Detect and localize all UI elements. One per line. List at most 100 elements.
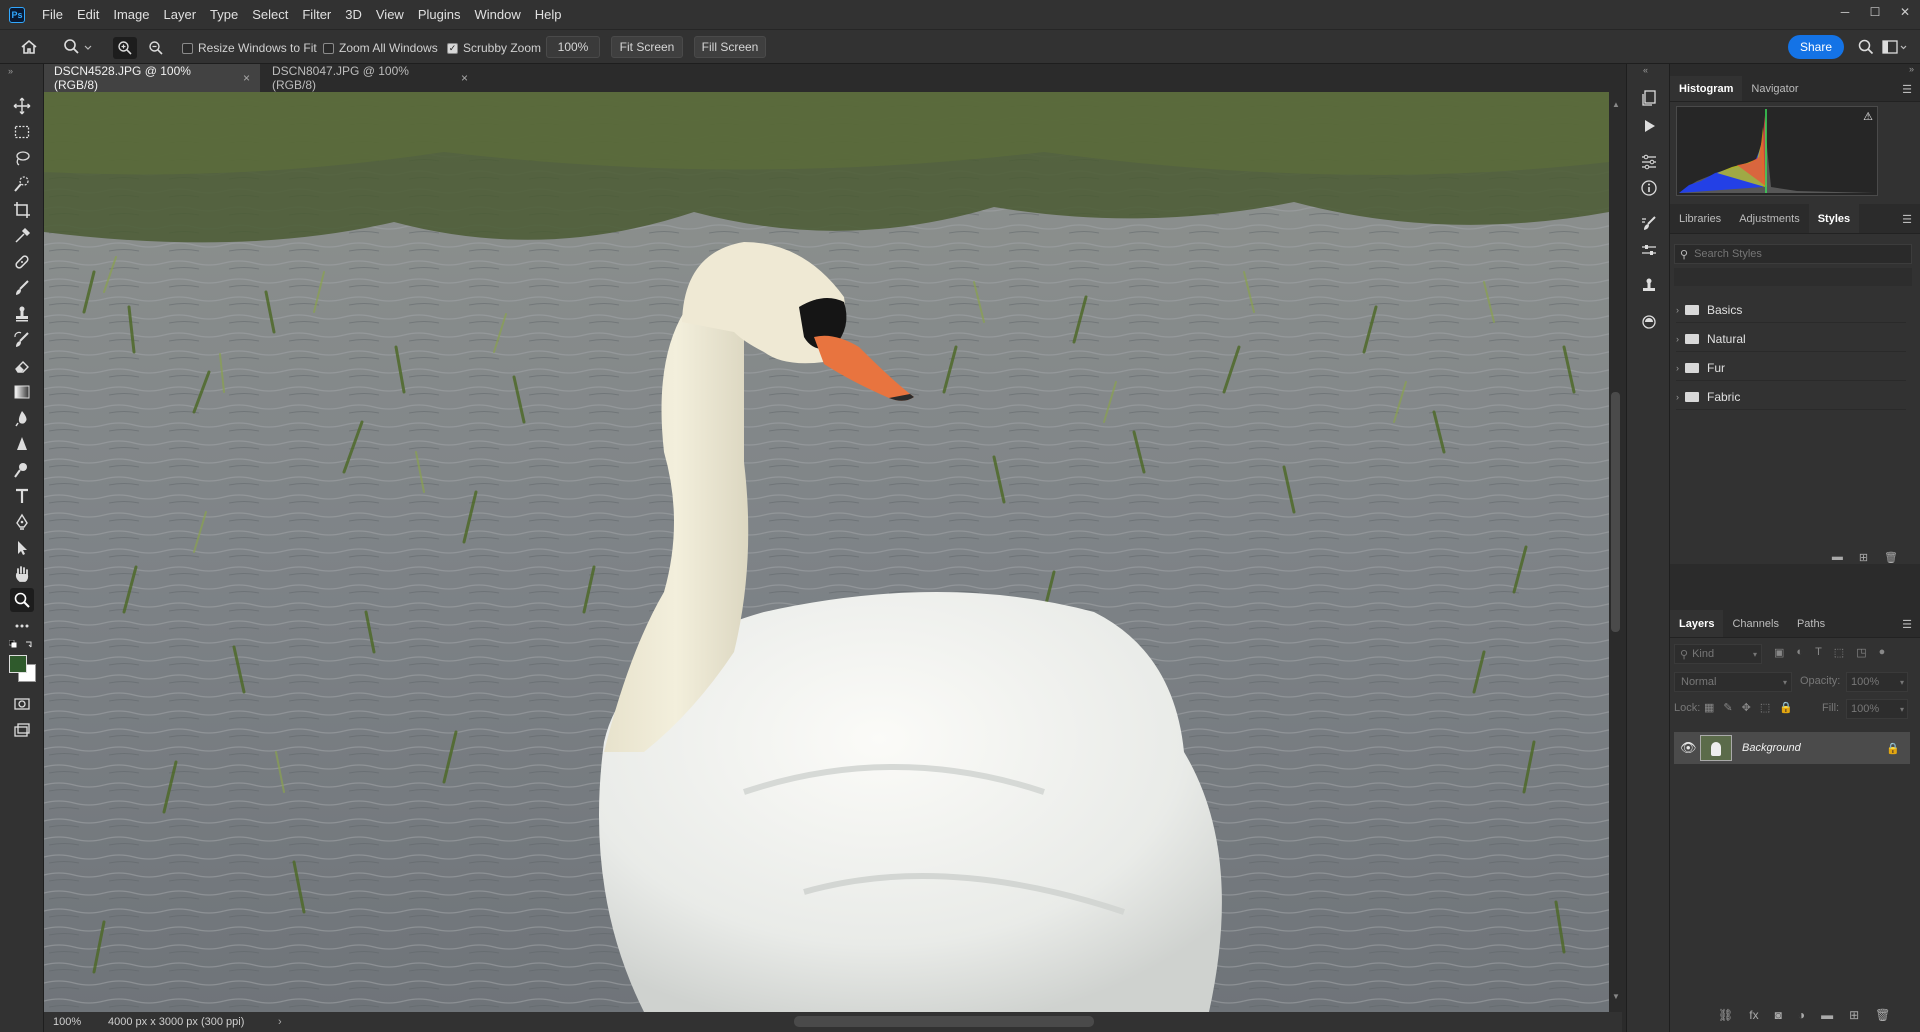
- horizontal-scroll-thumb[interactable]: [794, 1016, 1094, 1027]
- pen-icon[interactable]: [10, 510, 34, 534]
- warning-icon[interactable]: ⚠: [1863, 110, 1873, 123]
- tab-navigator[interactable]: Navigator: [1742, 76, 1807, 101]
- zoom-out-icon[interactable]: [144, 37, 168, 59]
- eyedropper-icon[interactable]: [10, 224, 34, 248]
- new-group-icon[interactable]: ▬: [1821, 1008, 1833, 1022]
- delete-style-icon[interactable]: 🗑: [1884, 551, 1898, 564]
- tab-layers[interactable]: Layers: [1670, 610, 1724, 637]
- menu-filter[interactable]: Filter: [295, 0, 338, 29]
- fx-icon[interactable]: fx: [1749, 1008, 1758, 1022]
- workspace-icon[interactable]: [1882, 38, 1908, 56]
- more-icon[interactable]: [10, 614, 34, 638]
- zoom-value-field[interactable]: 100%: [546, 36, 600, 58]
- menu-window[interactable]: Window: [467, 0, 527, 29]
- zoom-in-icon[interactable]: [113, 37, 137, 59]
- layer-row-background[interactable]: 👁 Background 🔒: [1674, 732, 1910, 764]
- adjustment-layer-icon[interactable]: ◑: [1798, 1008, 1805, 1022]
- tab-channels[interactable]: Channels: [1723, 610, 1787, 637]
- tab-libraries[interactable]: Libraries: [1670, 204, 1730, 233]
- color-replace-icon[interactable]: [1637, 310, 1661, 334]
- eye-visibility-icon[interactable]: 👁: [1680, 740, 1700, 756]
- filter-type-icon[interactable]: T: [1815, 646, 1822, 659]
- panel-menu-icon[interactable]: ☰: [1902, 83, 1912, 96]
- tab-styles[interactable]: Styles: [1808, 204, 1860, 233]
- new-group-folder-icon[interactable]: ▬: [1832, 551, 1843, 564]
- lock-all-icon[interactable]: 🔒: [1779, 701, 1793, 714]
- status-menu-icon[interactable]: ›: [278, 1016, 282, 1028]
- home-icon[interactable]: [20, 38, 38, 56]
- brush-settings-icon[interactable]: [1637, 212, 1661, 236]
- brush-icon[interactable]: [10, 276, 34, 300]
- minimize-button[interactable]: ─: [1830, 0, 1860, 24]
- collapse-toolbar-icon[interactable]: »: [8, 66, 13, 76]
- resize-windows-checkbox[interactable]: Resize Windows to Fit: [182, 41, 317, 55]
- history-brush-icon[interactable]: [10, 328, 34, 352]
- fill-screen-button[interactable]: Fill Screen: [694, 36, 766, 58]
- new-style-icon[interactable]: ⊞: [1859, 551, 1868, 564]
- filter-smart-object-icon[interactable]: ◳: [1856, 646, 1866, 659]
- style-folder-fabric[interactable]: › Fabric: [1676, 384, 1906, 410]
- crop-icon[interactable]: [10, 198, 34, 222]
- lock-artboard-icon[interactable]: ⬚: [1760, 701, 1770, 714]
- scroll-up-icon[interactable]: ▲: [1612, 100, 1620, 109]
- adjustments-sliders-icon[interactable]: [1637, 238, 1661, 262]
- vertical-scrollbar[interactable]: ▲ ▼: [1609, 92, 1622, 1012]
- blend-mode-select[interactable]: Normal ▾: [1674, 672, 1792, 692]
- tab-adjustments[interactable]: Adjustments: [1730, 204, 1809, 233]
- delete-layer-icon[interactable]: 🗑: [1875, 1008, 1890, 1022]
- opacity-field[interactable]: 100% ▾: [1846, 672, 1908, 692]
- status-zoom[interactable]: 100%: [53, 1016, 98, 1028]
- resize-windows-box[interactable]: [182, 42, 193, 54]
- menu-select[interactable]: Select: [245, 0, 295, 29]
- menu-plugins[interactable]: Plugins: [411, 0, 468, 29]
- collapse-dock-icon[interactable]: »: [1909, 64, 1914, 74]
- info-icon[interactable]: [1637, 176, 1661, 200]
- lock-transparent-icon[interactable]: ▦: [1704, 701, 1714, 714]
- search-icon[interactable]: [1857, 38, 1875, 56]
- chevron-right-icon[interactable]: ›: [1676, 334, 1679, 344]
- filter-shape-icon[interactable]: ⬚: [1834, 646, 1844, 659]
- close-window-button[interactable]: ✕: [1890, 0, 1920, 24]
- link-layers-icon[interactable]: ⛓: [1718, 1008, 1733, 1022]
- path-select-icon[interactable]: [10, 536, 34, 560]
- tab-dscn4528[interactable]: DSCN4528.JPG @ 100% (RGB/8) ×: [44, 64, 260, 92]
- style-folder-basics[interactable]: › Basics: [1676, 297, 1906, 323]
- menu-layer[interactable]: Layer: [157, 0, 204, 29]
- type-icon[interactable]: [10, 484, 34, 508]
- layer-filter-kind[interactable]: ⚲ Kind ▾: [1674, 644, 1762, 664]
- zoom-tool-preset-icon[interactable]: [63, 38, 93, 56]
- scroll-down-icon[interactable]: ▼: [1612, 992, 1620, 1001]
- add-mask-icon[interactable]: ◙: [1775, 1008, 1782, 1022]
- menu-edit[interactable]: Edit: [70, 0, 106, 29]
- styles-search-input[interactable]: [1694, 248, 1895, 260]
- move-icon[interactable]: [10, 94, 34, 118]
- filter-toggle-icon[interactable]: ●: [1879, 646, 1886, 659]
- tab-dscn8047[interactable]: DSCN8047.JPG @ 100% (RGB/8) ×: [262, 64, 478, 92]
- history-icon[interactable]: [1637, 86, 1661, 110]
- menu-help[interactable]: Help: [528, 0, 569, 29]
- eraser-icon[interactable]: [10, 354, 34, 378]
- new-layer-icon[interactable]: ⊞: [1849, 1008, 1859, 1022]
- chevron-right-icon[interactable]: ›: [1676, 305, 1679, 315]
- healing-icon[interactable]: [10, 250, 34, 274]
- fit-screen-button[interactable]: Fit Screen: [611, 36, 683, 58]
- stamp-icon[interactable]: [10, 302, 34, 326]
- lock-position-icon[interactable]: ✥: [1742, 701, 1751, 714]
- share-button[interactable]: Share: [1788, 35, 1844, 59]
- panel-menu-icon[interactable]: ☰: [1902, 618, 1912, 631]
- close-tab-icon[interactable]: ×: [461, 71, 468, 85]
- scrubby-zoom-box[interactable]: ✓: [447, 42, 458, 54]
- collapse-strip-icon[interactable]: «: [1643, 65, 1648, 75]
- vertical-scroll-thumb[interactable]: [1611, 392, 1620, 632]
- default-colors-icon[interactable]: [9, 640, 35, 650]
- panel-menu-icon[interactable]: ☰: [1902, 213, 1912, 226]
- zoom-all-windows-checkbox[interactable]: Zoom All Windows: [323, 41, 438, 55]
- zoom-all-box[interactable]: [323, 42, 334, 54]
- dodge-icon[interactable]: [10, 458, 34, 482]
- filter-pixel-icon[interactable]: ▣: [1774, 646, 1784, 659]
- quick-select-icon[interactable]: [10, 172, 34, 196]
- clone-source-icon[interactable]: [1637, 274, 1661, 298]
- menu-file[interactable]: File: [35, 0, 70, 29]
- menu-3d[interactable]: 3D: [338, 0, 369, 29]
- styles-search-field[interactable]: ⚲: [1674, 244, 1912, 264]
